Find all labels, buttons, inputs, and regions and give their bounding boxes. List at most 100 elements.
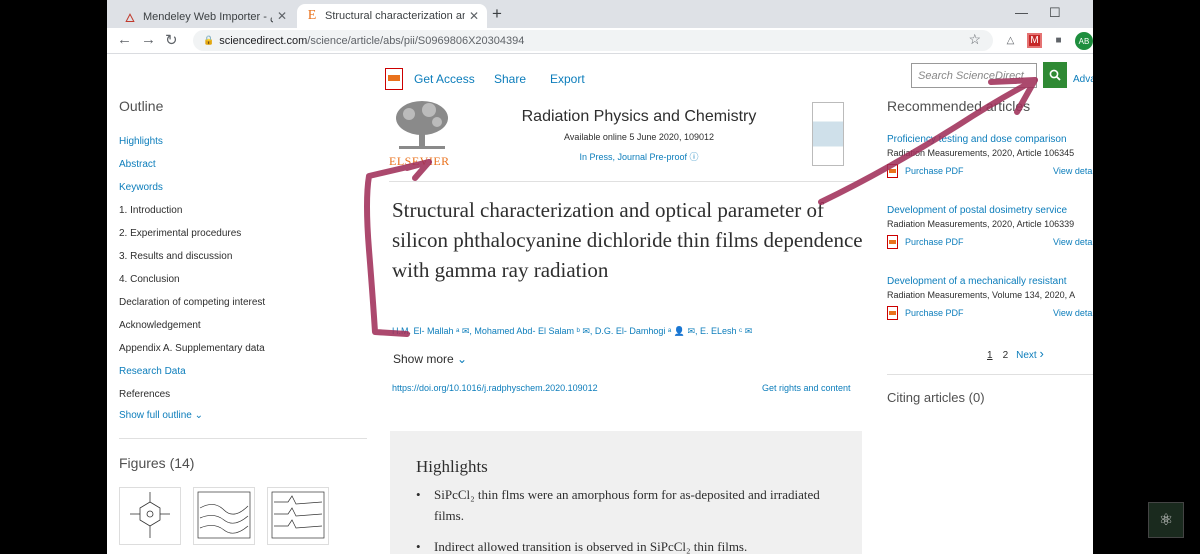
show-full-outline-link[interactable]: Show full outline ⌄ xyxy=(119,410,369,421)
outline-item[interactable]: Keywords xyxy=(119,176,369,199)
citing-articles-title[interactable]: Citing articles (0) xyxy=(887,390,985,405)
divider xyxy=(119,438,367,439)
address-bar[interactable]: 🔒 sciencedirect.com/science/article/abs/… xyxy=(193,30,993,51)
highlight-text: Indirect allowed transition is observed … xyxy=(434,539,748,554)
outline-item[interactable]: 3. Results and discussion xyxy=(119,245,369,268)
recommended-article-link[interactable]: Development of postal dosimetry service xyxy=(887,205,1093,216)
search-button[interactable] xyxy=(1043,62,1067,88)
lock-icon: 🔒 xyxy=(203,35,215,45)
recommended-article-link[interactable]: Development of a mechanically resistant xyxy=(887,276,1093,287)
site-header: Get Access Share Export Search ScienceDi… xyxy=(107,55,1093,97)
outline-title: Outline xyxy=(119,98,164,114)
in-press-status[interactable]: In Press, Journal Pre-proof ⓘ xyxy=(509,150,769,163)
outline-item[interactable]: 4. Conclusion xyxy=(119,268,369,291)
outline-item[interactable]: Acknowledgement xyxy=(119,314,369,337)
journal-name[interactable]: Radiation Physics and Chemistry xyxy=(509,108,769,126)
pdf-icon xyxy=(887,164,898,178)
minimize-button[interactable]: — xyxy=(1015,5,1028,20)
next-page-link[interactable]: Next xyxy=(1016,350,1037,361)
chevron-right-icon[interactable]: › xyxy=(1039,346,1043,361)
recommended-source: Radiation Measurements, Volume 134, 2020… xyxy=(887,290,1076,300)
pdf-icon xyxy=(385,68,403,90)
availability-date: Available online 5 June 2020, 109012 xyxy=(564,132,714,142)
outline-item[interactable]: Declaration of competing interest xyxy=(119,291,369,314)
outline-item[interactable]: Highlights xyxy=(119,130,369,153)
back-arrow-icon[interactable]: ← xyxy=(117,31,132,48)
journal-cover-thumbnail[interactable] xyxy=(812,102,844,166)
close-icon[interactable]: ✕ xyxy=(277,9,287,23)
recommended-source: Radiation Measurements, 2020, Article 10… xyxy=(887,148,1075,158)
outline-item[interactable]: References xyxy=(119,383,369,406)
tab-title: Mendeley Web Importer - سوق xyxy=(143,10,273,23)
export-link[interactable]: Export xyxy=(550,72,585,86)
recommended-item: Proficiency testing and dose comparison … xyxy=(887,134,1093,180)
recommended-title: Recommended articles xyxy=(887,98,1031,114)
tab-bar: 🜂 Mendeley Web Importer - سوق ✕ E Struct… xyxy=(107,0,1093,28)
maximize-button[interactable]: ☐ xyxy=(1049,5,1061,21)
page-1-link[interactable]: 1 xyxy=(987,350,993,361)
outline-panel: Outline Highlights Abstract Keywords 1. Int… xyxy=(119,98,369,421)
channel-logo-icon: ⚛ xyxy=(1148,502,1184,538)
in-press-label: In Press, Journal Pre-proof xyxy=(579,152,688,162)
highlights-title: Highlights xyxy=(416,457,488,476)
share-link[interactable]: Share xyxy=(494,72,526,86)
outline-item[interactable]: 1. Introduction xyxy=(119,199,369,222)
journal-header: ELSEVIER Radiation Physics and Chemistry… xyxy=(389,98,859,182)
pagination: 1 2 Next › xyxy=(987,346,1044,361)
author-list[interactable]: H.M. El- Mallah ᵃ ✉, Mohamed Abd- El Sal… xyxy=(392,326,872,337)
view-details-link[interactable]: View details xyxy=(1053,237,1093,247)
url-host: sciencedirect.com xyxy=(219,34,308,47)
get-access-link[interactable]: Get Access xyxy=(414,72,475,86)
show-more-label: Show more xyxy=(393,352,454,366)
mendeley-extension-icon[interactable]: M xyxy=(1027,33,1042,48)
figure-thumbnail[interactable] xyxy=(119,487,181,545)
pdf-icon xyxy=(887,306,898,320)
highlights-box: Highlights • SiPcCl₂ thin flms were an am… xyxy=(390,431,862,554)
show-more-button[interactable]: Show more ⌄ xyxy=(393,352,467,366)
page-2-link[interactable]: 2 xyxy=(1003,350,1009,361)
outline-item[interactable]: Appendix A. Supplementary data xyxy=(119,337,369,360)
show-full-outline-label: Show full outline xyxy=(119,410,192,421)
forward-arrow-icon[interactable]: → xyxy=(141,31,156,48)
purchase-pdf-link[interactable]: Purchase PDF xyxy=(905,308,964,318)
browser-window: 🜂 Mendeley Web Importer - سوق ✕ E Struct… xyxy=(107,0,1093,554)
doi-link[interactable]: https://doi.org/10.1016/j.radphyschem.20… xyxy=(392,383,598,393)
figure-thumbnail[interactable] xyxy=(267,487,329,545)
outline-item[interactable]: Abstract xyxy=(119,153,369,176)
recommended-item: Development of a mechanically resistant … xyxy=(887,276,1093,322)
tab-article[interactable]: E Structural characterization and o ✕ xyxy=(297,4,487,28)
outline-item[interactable]: 2. Experimental procedures xyxy=(119,222,369,245)
tab-mendeley[interactable]: 🜂 Mendeley Web Importer - سوق ✕ xyxy=(115,4,295,28)
recommended-article-link[interactable]: Proficiency testing and dose comparison xyxy=(887,134,1093,145)
bookmark-star-icon[interactable]: ☆ xyxy=(968,31,981,48)
chevron-down-icon: ⌄ xyxy=(194,410,203,421)
elsevier-e-icon: E xyxy=(307,8,317,23)
new-tab-button[interactable]: + xyxy=(492,4,502,24)
purchase-pdf-link[interactable]: Purchase PDF xyxy=(905,166,964,176)
recommended-source: Radiation Measurements, 2020, Article 10… xyxy=(887,219,1075,229)
search-icon xyxy=(1049,69,1061,81)
view-details-link[interactable]: View details xyxy=(1053,166,1093,176)
profile-avatar[interactable]: AB xyxy=(1075,32,1093,50)
elsevier-wordmark: ELSEVIER xyxy=(389,154,450,168)
rights-link[interactable]: Get rights and content xyxy=(762,383,851,393)
view-details-link[interactable]: View details xyxy=(1053,308,1093,318)
advanced-search-link[interactable]: Adva xyxy=(1073,74,1093,85)
outline-list: Highlights Abstract Keywords 1. Introductio… xyxy=(119,130,369,406)
chevron-down-icon: ⌄ xyxy=(457,352,468,366)
help-icon[interactable]: ⓘ xyxy=(690,152,699,162)
tab-title: Structural characterization and o xyxy=(325,10,465,22)
reload-icon[interactable]: ↻ xyxy=(165,31,178,49)
mendeley-icon: 🜂 xyxy=(124,10,136,25)
article-title: Structural characterization and optical … xyxy=(392,198,863,282)
purchase-pdf-link[interactable]: Purchase PDF xyxy=(905,237,964,247)
figure-thumbnail[interactable] xyxy=(193,487,255,545)
search-input[interactable]: Search ScienceDirect xyxy=(911,63,1037,88)
camera-extension-icon[interactable]: ■ xyxy=(1051,33,1066,48)
drive-extension-icon[interactable]: △ xyxy=(1003,33,1018,48)
url-path: /science/article/abs/pii/S0969806X203043… xyxy=(307,34,525,47)
figures-title: Figures (14) xyxy=(119,455,195,471)
close-icon[interactable]: ✕ xyxy=(469,9,479,23)
outline-item[interactable]: Research Data xyxy=(119,360,369,383)
recommended-panel: Recommended articles Proficiency testing… xyxy=(887,98,1093,361)
